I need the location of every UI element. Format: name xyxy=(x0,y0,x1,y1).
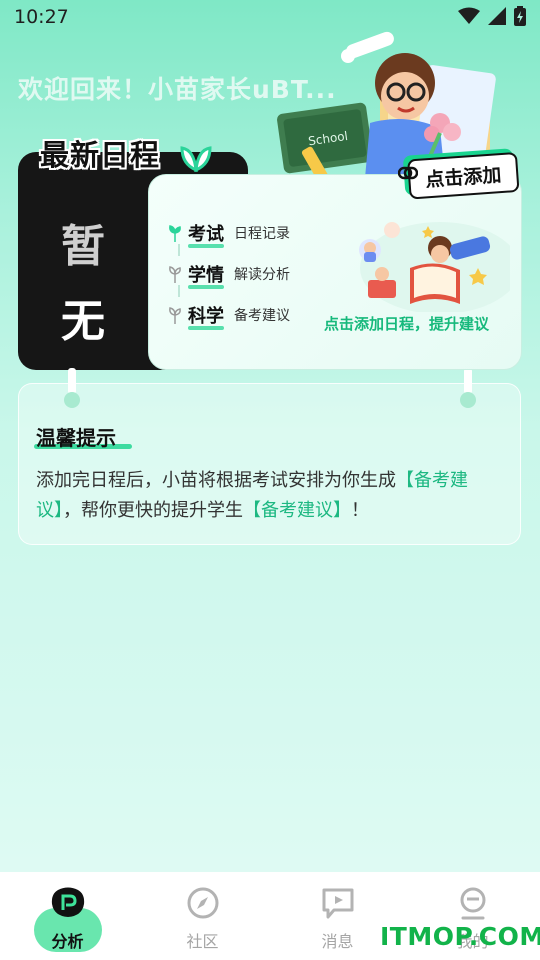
feature-study-main: 学情 xyxy=(188,261,224,289)
tip-highlight-2: 【备考建议】 xyxy=(243,500,351,521)
nav-label-analysis: 分析 xyxy=(51,932,84,951)
reading-illustration xyxy=(359,222,510,312)
leaf-icon xyxy=(180,146,212,172)
feature-science-sub: 备考建议 xyxy=(234,308,290,324)
tip-body-part3: ！ xyxy=(351,500,369,521)
feature-exam-sub: 日程记录 xyxy=(234,226,290,242)
tip-body: 添加完日程后，小苗将根据考试安排为你生成【备考建议】，帮你更快的提升学生【备考建… xyxy=(36,466,502,526)
watermark: ITMOP.COM xyxy=(380,922,540,951)
sprout-outline-icon xyxy=(169,266,181,283)
feature-science-main: 科学 xyxy=(188,302,224,330)
feature-science: 科学 备考建议 xyxy=(168,302,290,330)
tip-body-part2: ，帮你更快的提升学生 xyxy=(63,500,243,521)
wifi-icon xyxy=(458,7,480,24)
card-peg xyxy=(464,368,472,394)
tip-body-part1: 添加完日程后，小苗将根据考试安排为你生成 xyxy=(36,470,396,491)
nav-item-community[interactable]: 社区 xyxy=(135,872,270,960)
add-schedule-label: 点击添加 xyxy=(407,151,520,200)
analysis-icon xyxy=(51,887,84,917)
nav-item-analysis[interactable]: 分析 xyxy=(0,872,135,960)
add-schedule-hint[interactable]: 点击添加日程，提升建议 xyxy=(324,313,489,334)
battery-icon xyxy=(514,6,526,26)
sprout-icon xyxy=(169,225,181,242)
link-icon xyxy=(398,166,418,180)
feature-divider xyxy=(178,244,180,256)
feature-exam: 考试 日程记录 xyxy=(168,220,290,248)
add-schedule-button[interactable]: 点击添加 xyxy=(402,148,520,200)
feature-exam-main: 考试 xyxy=(188,220,224,248)
latest-schedule-title: 最新日程 xyxy=(40,138,161,172)
empty-text-2: 无 xyxy=(61,296,105,347)
card-peg xyxy=(68,368,76,394)
status-icons xyxy=(458,6,526,26)
empty-text-1: 暂 xyxy=(61,221,105,272)
profile-icon xyxy=(460,887,485,920)
tip-title: 温馨提示 xyxy=(36,426,116,450)
feature-study: 学情 解读分析 xyxy=(168,261,290,289)
message-icon xyxy=(322,888,353,919)
card-peg-dot xyxy=(64,392,80,408)
sprout-outline-icon xyxy=(169,307,181,324)
status-time: 10:27 xyxy=(14,6,69,28)
feature-divider xyxy=(178,285,180,297)
feature-study-sub: 解读分析 xyxy=(234,267,290,283)
signal-icon xyxy=(488,7,506,25)
compass-icon xyxy=(187,887,218,919)
card-peg-dot xyxy=(460,392,476,408)
nav-label-community: 社区 xyxy=(186,932,219,951)
